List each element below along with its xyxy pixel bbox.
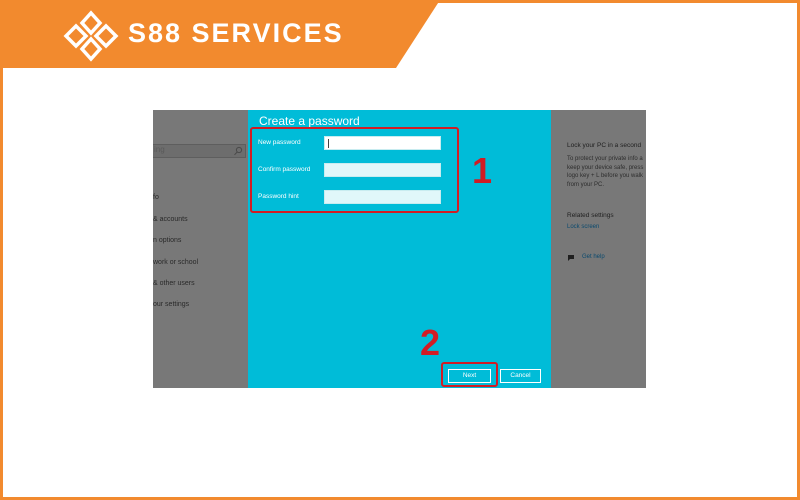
nav-item-email-accounts[interactable]: & accounts xyxy=(153,216,188,223)
search-icon xyxy=(234,146,243,156)
cancel-button[interactable]: Cancel xyxy=(500,369,541,383)
chat-help-icon xyxy=(568,255,574,261)
nav-item-family-other-users[interactable]: & other users xyxy=(153,280,195,287)
brand-name: S88 SERVICES xyxy=(128,18,344,48)
brand-banner: S88 SERVICES xyxy=(0,0,440,68)
step-1-marker: 1 xyxy=(472,150,493,191)
lock-pc-description: To protect your private info a keep your… xyxy=(567,156,644,188)
lock-screen-link[interactable]: Lock screen xyxy=(567,224,599,230)
related-settings-heading: Related settings xyxy=(567,212,614,219)
settings-right-pane: Lock your PC in a second To protect your… xyxy=(551,110,646,388)
nav-item-sync-settings[interactable]: our settings xyxy=(153,301,189,308)
password-fields-highlight xyxy=(250,127,459,213)
nav-item-access-work-school[interactable]: work or school xyxy=(153,259,198,266)
next-button-highlight xyxy=(441,362,498,387)
nav-item-signin-options[interactable]: n options xyxy=(153,237,181,244)
lock-pc-title: Lock your PC in a second xyxy=(567,142,642,149)
nav-item-your-info[interactable]: fo xyxy=(153,194,159,201)
s88-diamond-logo-icon xyxy=(63,10,119,62)
settings-left-pane: ing fo & accounts n options work or scho… xyxy=(153,110,248,388)
step-2-marker: 2 xyxy=(420,322,441,363)
get-help-link[interactable]: Get help xyxy=(582,254,605,260)
settings-search-box[interactable]: ing xyxy=(153,144,246,158)
dialog-title: Create a password xyxy=(259,114,360,128)
search-placeholder: ing xyxy=(154,145,165,154)
